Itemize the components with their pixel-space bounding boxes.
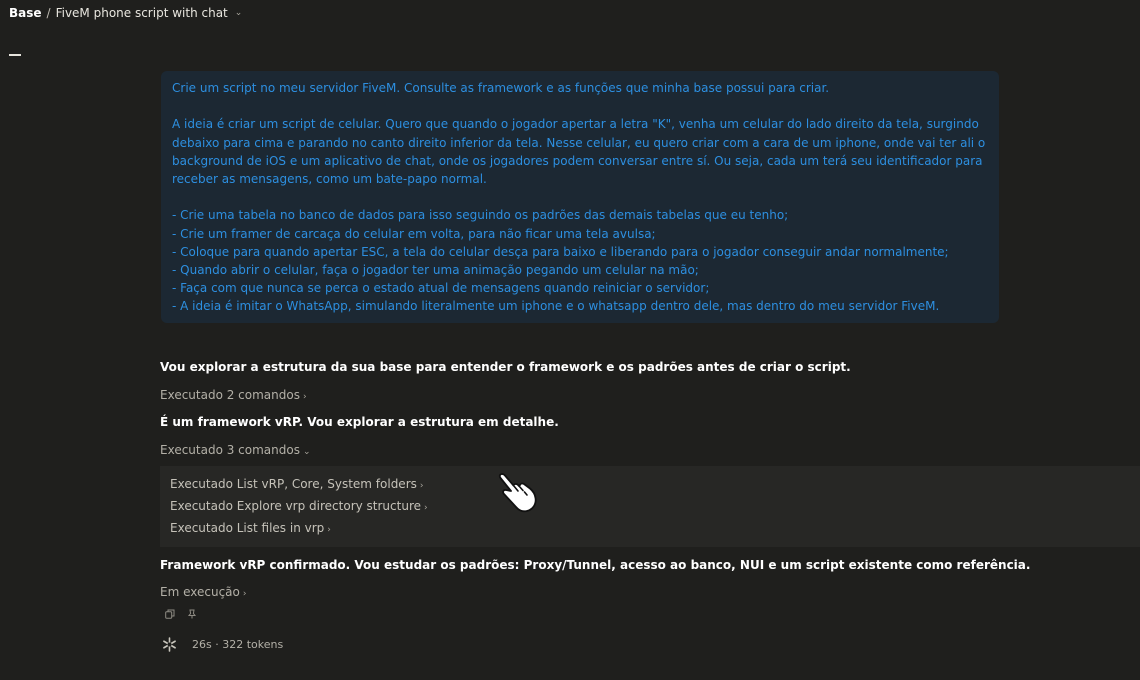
status-text: 26s · 322 tokens	[192, 638, 284, 651]
user-message: Crie um script no meu servidor FiveM. Co…	[161, 71, 999, 323]
command-item[interactable]: Executado Explore vrp directory structur…	[170, 497, 428, 517]
commands-toggle[interactable]: Executado 2 comandos ›	[160, 386, 307, 406]
chevron-right-icon: ›	[302, 392, 307, 402]
asterisk-spinner-icon	[163, 637, 176, 652]
commands-toggle[interactable]: Executado 3 comandos ⌄	[160, 441, 311, 461]
chat-page: Base / FiveM phone script with chat ⌄ Cr…	[0, 0, 1140, 680]
running-toggle[interactable]: Em execução ›	[160, 583, 246, 603]
assistant-message: Framework vRP confirmado. Vou estudar os…	[160, 558, 1031, 572]
command-label: Executado Explore vrp directory structur…	[170, 499, 421, 513]
hand-pointer-icon	[498, 473, 537, 513]
commands-panel: Executado List vRP, Core, System folders…	[160, 466, 1140, 547]
user-message-bullet: - A ideia é imitar o WhatsApp, simulando…	[172, 299, 940, 314]
user-message-bullet: - Faça com que nunca se perca o estado a…	[172, 281, 710, 296]
user-message-line: Crie um script no meu servidor FiveM. Co…	[172, 81, 830, 95]
user-message-bullet: - Crie um framer de carcaça do celular e…	[172, 226, 656, 241]
command-label: Executado List vRP, Core, System folders	[170, 477, 417, 491]
chevron-down-icon[interactable]: ⌄	[235, 5, 243, 21]
chevron-right-icon: ›	[419, 481, 424, 491]
command-label: Executado List files in vrp	[170, 521, 325, 535]
commands-toggle-label: Executado 3 comandos	[160, 443, 300, 457]
running-toggle-label: Em execução	[160, 585, 240, 599]
status-bar: 26s · 322 tokens	[162, 637, 283, 652]
pin-icon[interactable]	[187, 609, 197, 619]
user-message-line: background de iOS e um aplicativo de cha…	[172, 153, 983, 168]
assistant-message: É um framework vRP. Vou explorar a estru…	[160, 415, 559, 429]
copy-icon[interactable]	[165, 609, 175, 619]
chevron-right-icon: ›	[327, 525, 331, 535]
command-item[interactable]: Executado List files in vrp ›	[170, 519, 331, 539]
chevron-down-icon: ⌄	[302, 447, 311, 457]
user-message-bullet: - Coloque para quando apertar ESC, a tel…	[172, 244, 949, 259]
breadcrumb-root[interactable]: Base	[9, 5, 42, 21]
user-message-line: receber as mensagens, como um bate-papo …	[172, 172, 487, 186]
breadcrumb: Base / FiveM phone script with chat ⌄	[9, 5, 242, 21]
user-message-bullet: - Quando abrir o celular, faça o jogador…	[172, 263, 699, 277]
command-item[interactable]: Executado List vRP, Core, System folders…	[170, 475, 424, 495]
conversation-title[interactable]: FiveM phone script with chat	[56, 5, 228, 21]
assistant-message: Vou explorar a estrutura da sua base par…	[160, 360, 851, 374]
user-message-line: A ideia é criar um script de celular. Qu…	[172, 117, 979, 132]
commands-toggle-label: Executado 2 comandos	[160, 388, 300, 402]
chevron-right-icon: ›	[424, 503, 428, 513]
user-message-bullet: - Crie uma tabela no banco de dados para…	[172, 208, 789, 223]
chevron-right-icon: ›	[242, 589, 247, 599]
menu-icon[interactable]	[9, 54, 21, 56]
user-message-line: debaixo para cima e parando no canto dir…	[172, 135, 986, 150]
message-actions	[165, 609, 197, 619]
breadcrumb-separator: /	[46, 6, 51, 20]
